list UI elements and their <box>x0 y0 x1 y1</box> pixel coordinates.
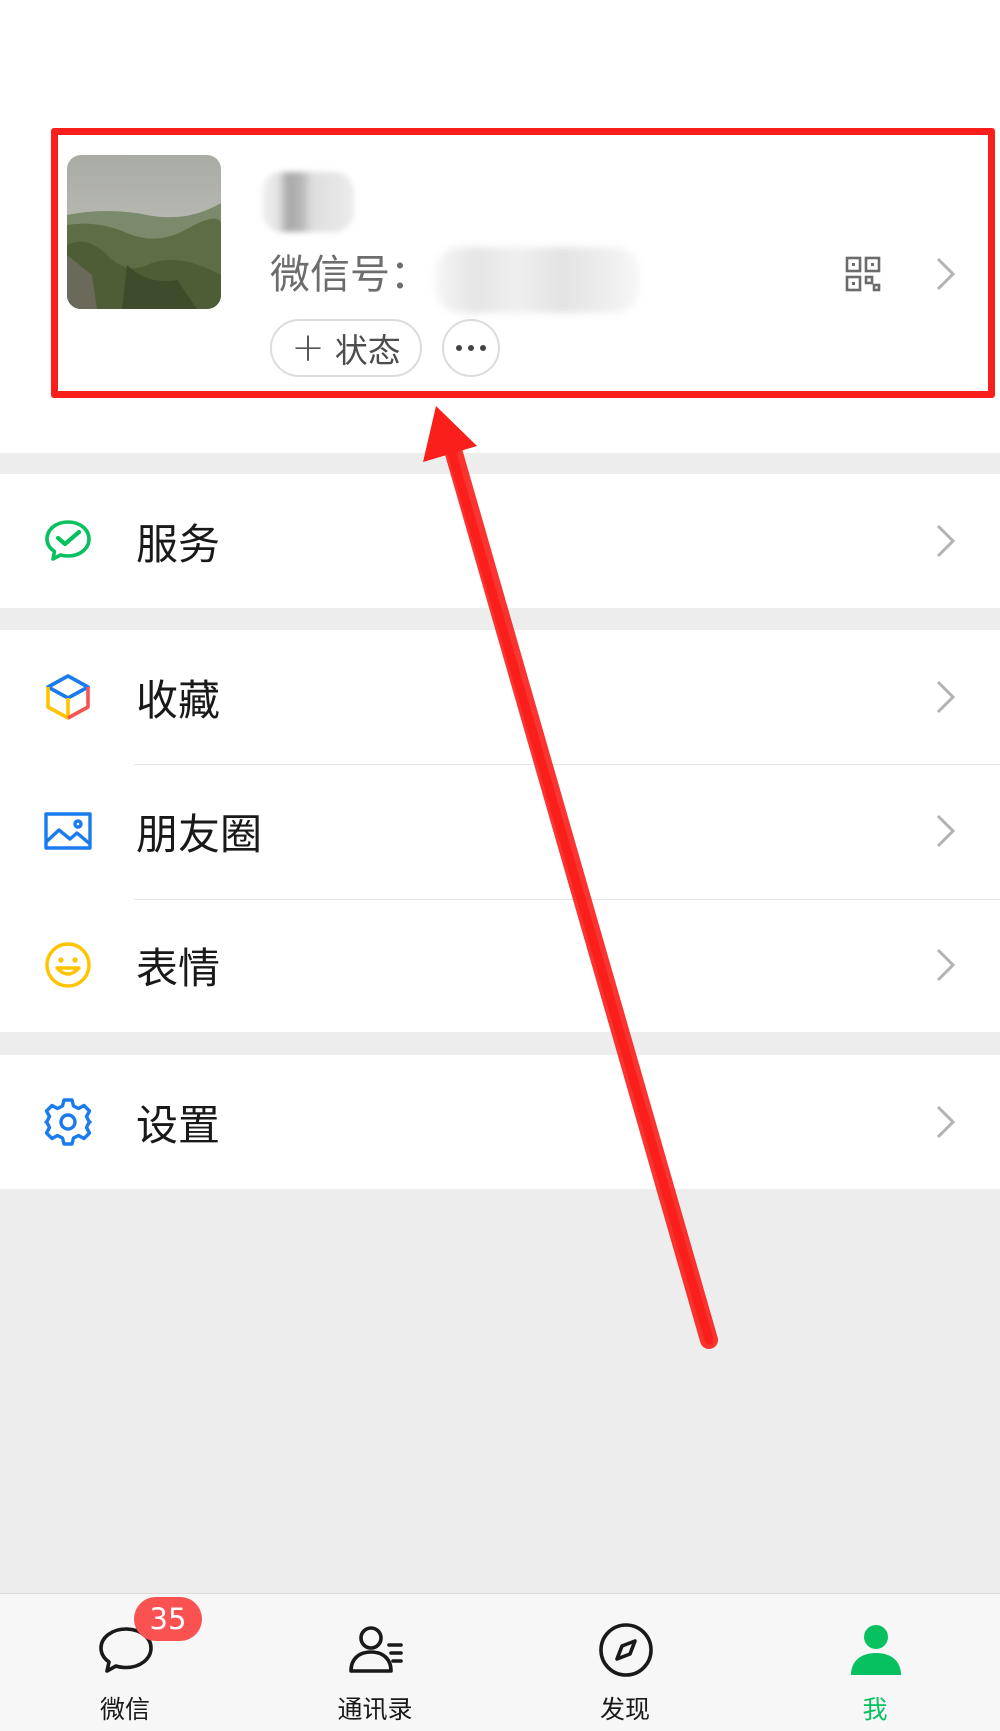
menu-item-settings[interactable]: 设置 <box>0 1055 1000 1189</box>
annotation-highlight-box <box>51 128 995 398</box>
tab-me-label: 我 <box>862 1695 888 1724</box>
menu-group-service: 服务 <box>0 474 1000 608</box>
chevron-right-icon <box>935 1104 957 1140</box>
gear-icon <box>43 1097 93 1147</box>
chevron-right-icon <box>935 813 957 849</box>
bottom-tab-bar: 35 微信 通讯录 发现 我 <box>0 1593 1000 1731</box>
menu-item-service-label: 服务 <box>136 519 221 569</box>
menu-group-content: 收藏 朋友圈 表情 <box>0 630 1000 1032</box>
tab-discover[interactable]: 发现 <box>500 1594 750 1731</box>
chevron-right-icon <box>935 523 957 559</box>
menu-item-settings-label: 设置 <box>136 1100 221 1150</box>
wechat-pay-icon <box>43 516 93 566</box>
chevron-right-icon <box>935 947 957 983</box>
tab-contacts[interactable]: 通讯录 <box>250 1594 500 1731</box>
cube-icon <box>43 672 93 722</box>
tab-contacts-label: 通讯录 <box>337 1695 413 1724</box>
chevron-right-icon <box>935 679 957 715</box>
menu-item-favorites[interactable]: 收藏 <box>0 630 1000 764</box>
menu-item-moments-label: 朋友圈 <box>136 809 263 859</box>
menu-item-favorites-label: 收藏 <box>136 675 221 725</box>
contacts-icon <box>347 1621 405 1679</box>
picture-icon <box>43 806 93 856</box>
menu-item-service[interactable]: 服务 <box>0 474 1000 608</box>
person-icon <box>847 1621 905 1679</box>
menu-item-stickers-label: 表情 <box>136 943 221 993</box>
tab-me[interactable]: 我 <box>750 1594 1000 1731</box>
menu-group-settings: 设置 <box>0 1055 1000 1189</box>
tab-chats-label: 微信 <box>99 1695 150 1724</box>
menu-item-moments[interactable]: 朋友圈 <box>0 764 1000 898</box>
menu-item-stickers[interactable]: 表情 <box>0 898 1000 1032</box>
tab-discover-label: 发现 <box>599 1695 650 1724</box>
smiley-icon <box>43 940 93 990</box>
unread-badge: 35 <box>134 1597 202 1641</box>
tab-chats[interactable]: 35 微信 <box>0 1594 250 1731</box>
compass-icon <box>597 1621 655 1679</box>
